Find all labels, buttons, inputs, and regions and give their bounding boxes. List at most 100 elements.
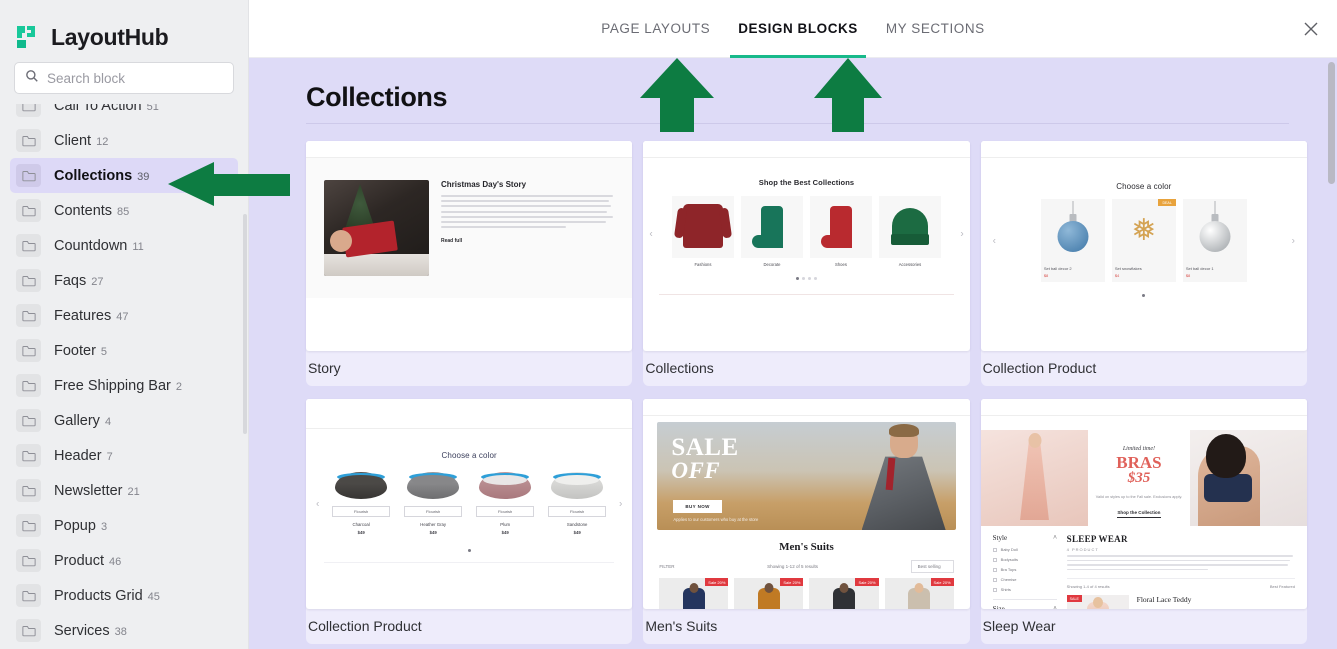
story-read-more[interactable]: Read full	[441, 238, 614, 244]
sidebar-item-services[interactable]: Services 38	[10, 613, 238, 648]
sidebar-scrollbar[interactable]	[243, 214, 247, 434]
item-button[interactable]: Flourish	[404, 506, 463, 517]
sidebar-item-client[interactable]: Client 12	[10, 123, 238, 158]
sidebar: LayoutHub Call To Action 51 Client 12 Collec…	[0, 0, 249, 649]
block-card[interactable]: Shop the Best Collections ‹ Fashions Dec…	[643, 141, 970, 386]
block-card[interactable]: Christmas Day's Story Read full Story	[306, 141, 633, 386]
sort-select[interactable]: Best Featured	[1270, 584, 1295, 589]
filter-option[interactable]: Bodysuits	[992, 557, 1057, 562]
block-thumbnail[interactable]: Choose a color ‹ Flourish Charcoal $49 F…	[306, 399, 633, 609]
filter-option[interactable]: Shirts	[992, 587, 1057, 592]
collection-item[interactable]: Decorate	[740, 196, 803, 271]
sidebar-item-product[interactable]: Product 46	[10, 543, 238, 578]
sidebar-item-gallery[interactable]: Gallery 4	[10, 403, 238, 438]
suit-item[interactable]: Sale 20%	[734, 578, 804, 609]
block-card[interactable]: Limited time! BRAS $35 Valid on styles u…	[980, 399, 1307, 644]
shop-collection-link[interactable]: Shop the Collection	[1117, 510, 1161, 518]
sleepwear-main: SLEEP WEAR 4 PRODUCT Showing 1-4 of 4 re…	[1066, 534, 1295, 609]
sidebar-item-faqs[interactable]: Faqs 27	[10, 263, 238, 298]
sidebar-item-header[interactable]: Header 7	[10, 438, 238, 473]
suit-item[interactable]: Sale 20%	[809, 578, 879, 609]
sidebar-item-free-shipping-bar[interactable]: Free Shipping Bar 2	[10, 368, 238, 403]
checkbox[interactable]	[992, 567, 997, 572]
collection-item[interactable]: Shoes	[809, 196, 872, 271]
sidebar-item-features[interactable]: Features 47	[10, 298, 238, 333]
suit-item[interactable]: Sale 20%	[884, 578, 954, 609]
checkbox[interactable]	[992, 547, 997, 552]
item-button[interactable]: Flourish	[476, 506, 535, 517]
tab-design-blocks[interactable]: DESIGN BLOCKS	[724, 0, 872, 58]
sidebar-item-call-to-action[interactable]: Call To Action 51	[10, 104, 238, 123]
carousel-dots[interactable]	[643, 277, 969, 280]
size-filter-label[interactable]: Size ^	[993, 605, 1057, 609]
tab-page-layouts[interactable]: PAGE LAYOUTS	[587, 0, 724, 58]
block-thumbnail[interactable]: Christmas Day's Story Read full	[306, 141, 633, 351]
carousel-dots[interactable]	[306, 549, 632, 552]
block-card[interactable]: Choose a color ‹ Flourish Charcoal $49 F…	[306, 399, 633, 644]
sidebar-item-products-grid[interactable]: Products Grid 45	[10, 578, 238, 613]
checkbox[interactable]	[992, 577, 997, 582]
close-icon[interactable]	[1297, 15, 1325, 43]
search-input[interactable]	[47, 70, 223, 86]
item-button[interactable]: Flourish	[548, 506, 607, 517]
filter-option[interactable]: Chemise	[992, 577, 1057, 582]
suit-item[interactable]: Sale 20%	[659, 578, 729, 609]
product-row[interactable]: SALE Floral Lace Teddy	[1066, 595, 1295, 609]
block-label: Collection Product	[982, 360, 1097, 376]
search-box[interactable]	[14, 62, 234, 94]
echo-item[interactable]: Flourish Heather Gray $49	[404, 472, 463, 535]
sidebar-item-footer[interactable]: Footer 5	[10, 333, 238, 368]
item-button[interactable]: Flourish	[332, 506, 391, 517]
next-arrow-icon[interactable]: ›	[960, 228, 963, 239]
sale-hero: SALE OFF BUY NOW Applies to our customer…	[657, 422, 956, 530]
block-thumbnail[interactable]: Choose a color ‹ Set ball decor 2 $8 DEA…	[980, 141, 1307, 351]
christmas-photo	[324, 180, 429, 276]
checkbox[interactable]	[992, 587, 997, 592]
prev-arrow-icon[interactable]: ‹	[993, 235, 996, 246]
collection-item[interactable]: Accessories	[878, 196, 941, 271]
next-arrow-icon[interactable]: ›	[619, 498, 622, 509]
collection-item[interactable]: Fashions	[671, 196, 734, 271]
ornament-item[interactable]: DEAL ❅ Set snowflakes $4	[1111, 199, 1176, 282]
folder-icon	[16, 234, 41, 257]
tab-my-sections[interactable]: MY SECTIONS	[872, 0, 999, 58]
next-arrow-icon[interactable]: ›	[1292, 235, 1295, 246]
filter-option[interactable]: Baby Doll	[992, 547, 1057, 552]
bras-hero: Limited time! BRAS $35 Valid on styles u…	[980, 430, 1307, 526]
carousel-dots[interactable]	[981, 294, 1307, 297]
ornament-item[interactable]: Set ball decor 2 $8	[1040, 199, 1105, 282]
item-price: $49	[357, 530, 365, 535]
block-thumbnail[interactable]: SALE OFF BUY NOW Applies to our customer…	[643, 399, 970, 609]
folder-icon	[16, 409, 41, 432]
sidebar-item-popup[interactable]: Popup 3	[10, 508, 238, 543]
folder-icon	[16, 549, 41, 572]
buy-now-button[interactable]: BUY NOW	[673, 500, 722, 513]
echo-item[interactable]: Flourish Charcoal $49	[332, 472, 391, 535]
block-thumbnail[interactable]: Limited time! BRAS $35 Valid on styles u…	[980, 399, 1307, 609]
canvas-scrollbar[interactable]	[1328, 62, 1335, 184]
sidebar-item-count: 47	[116, 310, 129, 323]
sort-select[interactable]: Best selling	[910, 560, 954, 573]
echo-item[interactable]: Flourish Plum $49	[476, 472, 535, 535]
item-price: $49	[573, 530, 581, 535]
blocks-canvas[interactable]: Collections Christmas Day's Story Read f…	[249, 58, 1337, 649]
style-filter-label[interactable]: Style ^	[993, 534, 1057, 542]
annotation-arrow-left	[166, 160, 292, 208]
checkbox[interactable]	[992, 557, 997, 562]
sidebar-item-count: 51	[146, 104, 159, 113]
ornament-item[interactable]: Set ball decor 1 $8	[1182, 199, 1247, 282]
tab-bar[interactable]: PAGE LAYOUTS DESIGN BLOCKS MY SECTIONS	[587, 0, 998, 58]
sidebar-item-newsletter[interactable]: Newsletter 21	[10, 473, 238, 508]
folder-icon	[16, 374, 41, 397]
filter-label[interactable]: FILTER	[659, 564, 674, 569]
echo-item[interactable]: Flourish Sandstone $49	[548, 472, 607, 535]
filter-option[interactable]: Bra Tops	[992, 567, 1057, 572]
product-image[interactable]: SALE	[1066, 595, 1129, 609]
sidebar-item-countdown[interactable]: Countdown 11	[10, 228, 238, 263]
sale-badge: Sale 20%	[855, 578, 879, 586]
block-card[interactable]: SALE OFF BUY NOW Applies to our customer…	[643, 399, 970, 644]
prev-arrow-icon[interactable]: ‹	[649, 228, 652, 239]
prev-arrow-icon[interactable]: ‹	[316, 498, 319, 509]
block-card[interactable]: Choose a color ‹ Set ball decor 2 $8 DEA…	[980, 141, 1307, 386]
block-thumbnail[interactable]: Shop the Best Collections ‹ Fashions Dec…	[643, 141, 970, 351]
